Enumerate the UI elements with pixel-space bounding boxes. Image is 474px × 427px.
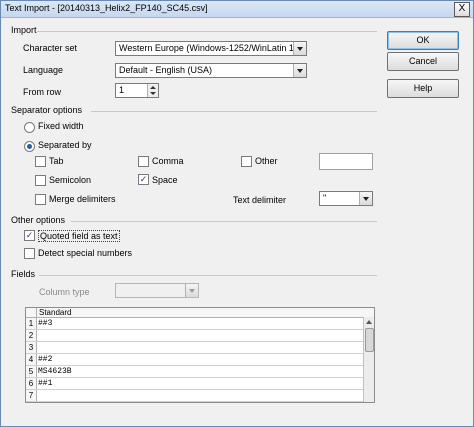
window-title: Text Import - [20140313_Helix2_FP140_SC4… xyxy=(5,3,208,13)
table-row: 3 xyxy=(26,342,374,354)
tab-checkbox[interactable] xyxy=(35,156,46,167)
row-number: 1 xyxy=(26,318,37,329)
row-cell: ##3 xyxy=(38,319,53,328)
fields-divider xyxy=(39,275,377,276)
other-separator-input[interactable] xyxy=(319,153,373,170)
charset-label: Character set xyxy=(23,43,78,53)
table-row: 6 ##1 xyxy=(26,378,374,390)
row-cell: ##2 xyxy=(38,355,53,364)
import-section-label: Import xyxy=(11,25,37,35)
row-number: 3 xyxy=(26,342,37,353)
other-options-divider xyxy=(71,221,377,222)
chevron-down-icon[interactable] xyxy=(293,42,306,55)
comma-label: Comma xyxy=(152,156,184,166)
row-number: 6 xyxy=(26,378,37,389)
cancel-button[interactable]: Cancel xyxy=(387,52,459,71)
separator-divider xyxy=(91,111,377,112)
language-select[interactable]: Default - English (USA) xyxy=(115,63,307,78)
separated-by-radio[interactable] xyxy=(24,141,35,152)
grid-header: Standard xyxy=(26,308,374,318)
text-import-dialog: Text Import - [20140313_Helix2_FP140_SC4… xyxy=(0,0,474,427)
detect-special-numbers-checkbox[interactable] xyxy=(24,248,35,259)
table-row: 2 xyxy=(26,330,374,342)
row-cell: MS4623B xyxy=(38,367,72,376)
scroll-thumb[interactable] xyxy=(365,328,374,352)
row-number: 5 xyxy=(26,366,37,377)
column-type-select[interactable] xyxy=(115,283,199,298)
charset-select[interactable]: Western Europe (Windows-1252/WinLatin 1) xyxy=(115,41,307,56)
column-header[interactable]: Standard xyxy=(39,308,71,317)
scroll-up-icon[interactable] xyxy=(366,320,372,324)
row-cell: ##1 xyxy=(38,379,53,388)
merge-delimiters-label: Merge delimiters xyxy=(49,194,116,204)
chevron-down-icon[interactable] xyxy=(185,284,198,297)
merge-delimiters-checkbox[interactable] xyxy=(35,194,46,205)
charset-value: Western Europe (Windows-1252/WinLatin 1) xyxy=(119,43,297,53)
spin-buttons[interactable] xyxy=(147,84,158,97)
spin-down-icon[interactable] xyxy=(150,92,156,95)
detect-special-numbers-label: Detect special numbers xyxy=(38,248,133,258)
grid-vertical-scrollbar[interactable] xyxy=(363,317,374,402)
tab-label: Tab xyxy=(49,156,64,166)
other-label: Other xyxy=(255,156,278,166)
fixed-width-radio[interactable] xyxy=(24,122,35,133)
fields-section-label: Fields xyxy=(11,269,36,279)
space-label: Space xyxy=(152,175,178,185)
from-row-value: 1 xyxy=(119,85,125,95)
row-number: 2 xyxy=(26,330,37,341)
from-row-label: From row xyxy=(23,87,61,97)
grid-corner xyxy=(26,308,37,317)
comma-checkbox[interactable] xyxy=(138,156,149,167)
other-checkbox[interactable] xyxy=(241,156,252,167)
separator-section-label: Separator options xyxy=(11,105,83,115)
table-row: 1 ##3 xyxy=(26,318,374,330)
help-button[interactable]: Help xyxy=(387,79,459,98)
quoted-field-checkbox[interactable]: ✓ xyxy=(24,230,35,241)
space-checkbox[interactable]: ✓ xyxy=(138,174,149,185)
column-type-label: Column type xyxy=(39,287,90,297)
quoted-field-label: Quoted field as text xyxy=(38,230,120,242)
other-options-section-label: Other options xyxy=(11,215,66,225)
table-row: 4 ##2 xyxy=(26,354,374,366)
language-value: Default - English (USA) xyxy=(119,65,213,75)
table-row: 7 xyxy=(26,390,374,402)
text-delimiter-label: Text delimiter xyxy=(233,195,287,205)
import-divider xyxy=(37,31,377,32)
spin-up-icon[interactable] xyxy=(150,86,156,89)
semicolon-checkbox[interactable] xyxy=(35,175,46,186)
row-number: 7 xyxy=(26,390,37,401)
table-row: 5 MS4623B xyxy=(26,366,374,378)
separated-by-label: Separated by xyxy=(38,140,92,150)
chevron-down-icon[interactable] xyxy=(293,64,306,77)
text-delimiter-value: " xyxy=(323,193,327,203)
from-row-stepper[interactable]: 1 xyxy=(115,83,159,98)
chevron-down-icon[interactable] xyxy=(359,192,372,205)
language-label: Language xyxy=(23,65,64,75)
row-number: 4 xyxy=(26,354,37,365)
ok-button[interactable]: OK xyxy=(387,31,459,50)
close-icon[interactable]: X xyxy=(454,2,470,17)
text-delimiter-select[interactable]: " xyxy=(319,191,373,206)
fixed-width-label: Fixed width xyxy=(38,121,84,131)
preview-grid[interactable]: Standard 1 ##3 2 3 4 ##2 5 MS4623B 6 ##1 7 xyxy=(25,307,375,403)
semicolon-label: Semicolon xyxy=(49,175,92,185)
title-bar: Text Import - [20140313_Helix2_FP140_SC4… xyxy=(1,1,473,18)
